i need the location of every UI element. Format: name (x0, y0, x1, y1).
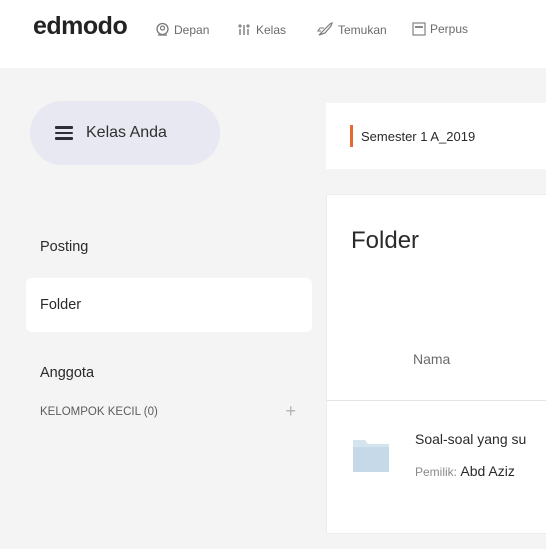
rocket-icon (316, 22, 333, 36)
folder-page-title: Folder (351, 227, 420, 254)
main-content-area: Kelas Anda Posting Folder Anggota KELOMP… (0, 68, 546, 549)
folder-row-owner: Pemilik: Abd Aziz (415, 463, 515, 479)
nav-temukan-label: Temukan (338, 23, 387, 37)
sidebar-item-posting[interactable]: Posting (26, 220, 312, 274)
semester-accent-bar (350, 125, 353, 147)
kelompok-kecil-label: KELOMPOK KECIL (0) (40, 405, 158, 418)
folder-row-name[interactable]: Soal-soal yang su (415, 431, 526, 447)
owner-name[interactable]: Abd Aziz (460, 463, 514, 479)
class-header: Semester 1 A_2019 (326, 103, 546, 169)
sidebar-item-anggota[interactable]: Anggota (26, 346, 312, 400)
library-icon (412, 22, 426, 36)
menu-icon (55, 126, 73, 140)
nav-perpus[interactable]: Perpus (412, 22, 468, 36)
kelas-anda-button[interactable]: Kelas Anda (30, 101, 220, 165)
column-header-nama[interactable]: Nama (413, 351, 450, 367)
nav-depan-label: Depan (174, 22, 210, 37)
add-group-plus-icon[interactable]: + (285, 401, 296, 422)
classes-icon (238, 24, 250, 35)
kelas-anda-label: Kelas Anda (86, 124, 167, 141)
nav-kelas[interactable]: Kelas (236, 22, 286, 37)
folder-icon (353, 440, 389, 472)
nav-depan[interactable]: Depan (155, 22, 209, 37)
nav-perpus-label: Perpus (430, 22, 469, 36)
home-icon (156, 22, 169, 36)
semester-title[interactable]: Semester 1 A_2019 (361, 129, 475, 144)
sidebar-item-folder[interactable]: Folder (26, 278, 312, 332)
sidebar-kelompok-kecil: KELOMPOK KECIL (0) + (40, 401, 296, 422)
nav-temukan[interactable]: Temukan (316, 22, 387, 38)
top-navigation-bar: edmodo Depan Kelas Temukan Perpus (0, 0, 546, 68)
nav-kelas-label: Kelas (256, 22, 287, 37)
folder-panel: Folder Nama Soal-soal yang su Pemilik: A… (326, 194, 546, 534)
table-divider (327, 400, 546, 401)
owner-label: Pemilik: (415, 465, 458, 479)
edmodo-logo[interactable]: edmodo (33, 12, 128, 41)
